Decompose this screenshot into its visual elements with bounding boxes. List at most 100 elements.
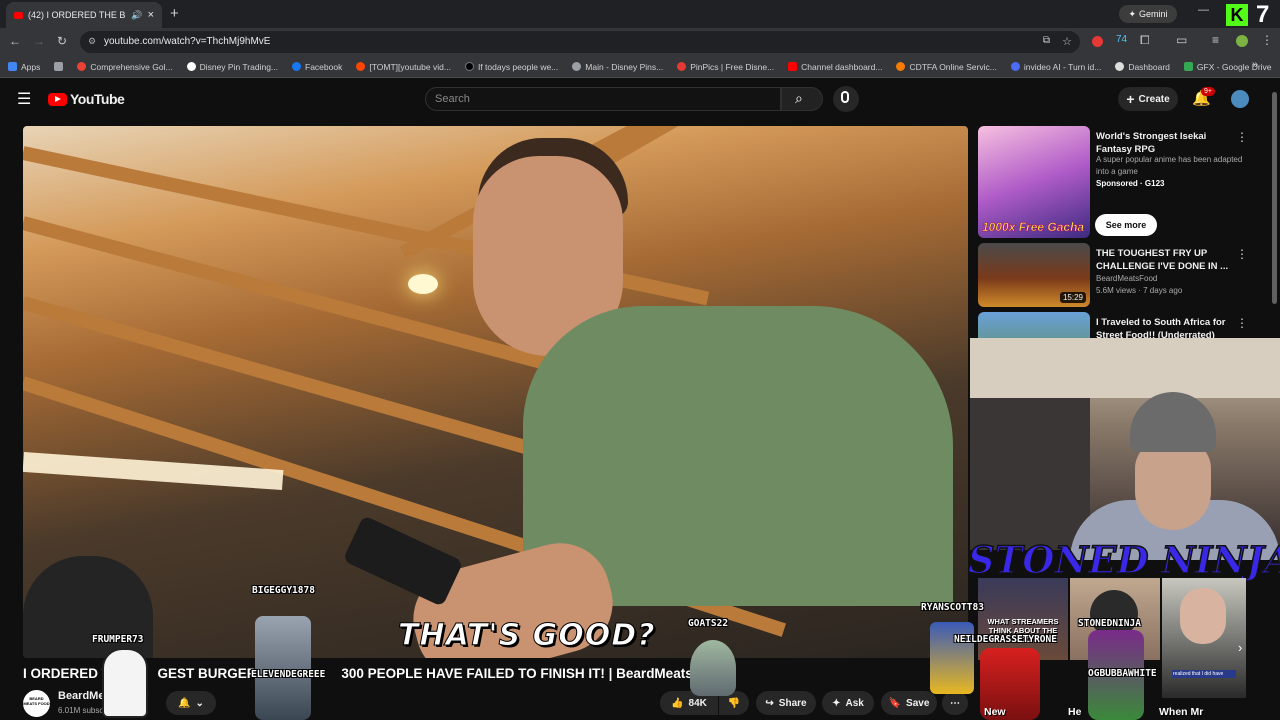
bottom-caption: New bbox=[984, 706, 1006, 718]
youtube-header: ☰ YouTube Search ⌕ + Create 🔔 9+ bbox=[0, 78, 1280, 122]
thumbs-up-icon: 👍 bbox=[671, 697, 684, 709]
reading-list-icon[interactable]: ≡ bbox=[1212, 33, 1219, 47]
bookmark-favicon-icon bbox=[896, 62, 906, 71]
bookmark-item[interactable]: Dashboard bbox=[1115, 62, 1170, 72]
browser-tab[interactable]: (42) I ORDERED THE BIGGE 🔊 × bbox=[6, 2, 162, 28]
youtube-favicon-icon bbox=[788, 62, 798, 71]
bookmark-item[interactable]: If todays people we... bbox=[464, 62, 558, 72]
extension-translate-icon[interactable]: 74 bbox=[1116, 34, 1127, 45]
bookmark-star-icon[interactable]: ☆ bbox=[1062, 35, 1072, 48]
share-button[interactable]: ↪ Share bbox=[756, 691, 816, 715]
forward-icon[interactable]: → bbox=[33, 34, 45, 48]
page-scrollbar[interactable] bbox=[1272, 92, 1277, 304]
duration-badge: 15:29 bbox=[1059, 292, 1086, 303]
recommendation-channel[interactable]: BeardMeatsFood bbox=[1096, 273, 1246, 285]
ufo-sprite bbox=[690, 640, 736, 696]
more-bookmarks-icon[interactable]: » bbox=[1252, 59, 1258, 71]
bookmark-label: Apps bbox=[21, 61, 41, 72]
speaker-icon[interactable]: 🔊 bbox=[131, 10, 142, 21]
browser-menu-icon[interactable]: ⋮ bbox=[1261, 33, 1273, 47]
create-button[interactable]: + Create bbox=[1118, 87, 1178, 111]
robot-sprite bbox=[255, 616, 311, 720]
notifications-button[interactable]: 🔔 9+ bbox=[1192, 87, 1215, 108]
tab-close-icon[interactable]: × bbox=[148, 9, 154, 21]
search-button[interactable]: ⌕ bbox=[781, 87, 823, 111]
bookmark-item[interactable]: Comprehensive Gol... bbox=[77, 62, 173, 72]
address-bar[interactable]: ⚙ youtube.com/watch?v=ThchMj9hMvE ☆ ⧉ bbox=[80, 31, 1080, 53]
voice-search-button[interactable] bbox=[833, 86, 859, 112]
extension-red-icon[interactable] bbox=[1092, 36, 1103, 47]
stream-name-banner: STONED NINJA bbox=[967, 537, 1280, 583]
see-more-button[interactable]: See more bbox=[1095, 214, 1157, 236]
reload-icon[interactable]: ↻ bbox=[57, 34, 67, 48]
ad-thumbnail[interactable]: 1000x Free Gacha bbox=[978, 126, 1090, 238]
bookmark-item[interactable]: GFX - Google Drive bbox=[1183, 62, 1272, 72]
ask-label: Ask bbox=[845, 697, 864, 709]
recommendation-title[interactable]: World's Strongest Isekai Fantasy RPG bbox=[1096, 130, 1241, 156]
viewer-username: NEILDEGRASSETYRONE bbox=[954, 634, 1057, 645]
site-info-icon[interactable]: ⚙ bbox=[88, 36, 96, 47]
viewer-username: RYANSCOTT83 bbox=[921, 602, 984, 613]
facebook-icon bbox=[292, 62, 302, 71]
bookmark-item[interactable]: CDTFA Online Servic... bbox=[896, 61, 997, 72]
bookmark-item[interactable]: invideo AI - Turn id... bbox=[1010, 62, 1101, 72]
ask-button[interactable]: ✦ Ask bbox=[822, 691, 874, 715]
suited-figure bbox=[1180, 588, 1226, 644]
viewer-username: OGBUBBAWHITE bbox=[1088, 668, 1157, 679]
ceiling-beam bbox=[579, 126, 968, 180]
bookmark-label: CDTFA Online Servic... bbox=[909, 61, 997, 72]
bookmark-item[interactable] bbox=[54, 62, 64, 71]
chevron-right-icon[interactable]: › bbox=[1238, 640, 1242, 655]
channel-avatar[interactable]: BEARD MEATS FOOD bbox=[23, 690, 50, 717]
account-avatar[interactable] bbox=[1231, 90, 1249, 108]
bookmark-label: [TOMT][youtube vid... bbox=[369, 61, 451, 72]
recommendation-item[interactable]: 15:29 THE TOUGHEST FRY UP CHALLENGE I'VE… bbox=[978, 243, 1268, 307]
video-title-part: 300 PEOPLE HAVE FAILED TO FINISH IT! | B… bbox=[341, 666, 718, 681]
video-subtitle: THAT'S GOOD? bbox=[398, 618, 656, 654]
bookmark-item[interactable]: Channel dashboard... bbox=[788, 62, 882, 72]
save-button[interactable]: 🔖 Save bbox=[881, 691, 937, 715]
search-icon: ⌕ bbox=[795, 90, 803, 106]
gemini-button[interactable]: ✦ Gemini bbox=[1119, 5, 1177, 23]
sidepanel-icon[interactable]: ▭ bbox=[1176, 33, 1187, 47]
recommendation-title[interactable]: I Traveled to South Africa for Street Fo… bbox=[1096, 316, 1241, 338]
video-thumbnail[interactable] bbox=[978, 312, 1090, 338]
bookmark-item[interactable]: [TOMT][youtube vid... bbox=[356, 62, 451, 72]
video-player[interactable]: THAT'S GOOD? bbox=[23, 126, 968, 658]
extensions-puzzle-icon[interactable]: ⧠ bbox=[1140, 33, 1150, 48]
kebab-menu-icon[interactable]: ⋮ bbox=[1236, 130, 1248, 144]
bookmark-favicon-icon bbox=[677, 62, 687, 71]
bookmark-item[interactable]: Disney Pin Trading... bbox=[186, 62, 278, 72]
youtube-logo[interactable]: YouTube bbox=[48, 91, 125, 107]
bookmark-item[interactable]: Main - Disney Pins... bbox=[572, 62, 663, 72]
white-ghost-sprite bbox=[102, 648, 148, 718]
bookmark-label: Dashboard bbox=[1128, 61, 1170, 72]
bookmark-item[interactable]: Facebook bbox=[292, 62, 342, 72]
youtube-logo-text: YouTube bbox=[70, 91, 125, 107]
like-count: 84K bbox=[688, 697, 707, 709]
bookmark-item[interactable]: PinPics | Free Disne... bbox=[677, 62, 774, 72]
recommendation-title[interactable]: THE TOUGHEST FRY UP CHALLENGE I'VE DONE … bbox=[1096, 247, 1241, 273]
bookmark-label: PinPics | Free Disne... bbox=[690, 61, 775, 72]
recommendation-ad[interactable]: 1000x Free Gacha World's Strongest Iseka… bbox=[978, 126, 1268, 238]
new-tab-icon[interactable]: + bbox=[170, 5, 179, 22]
install-app-icon[interactable]: ⧉ bbox=[1043, 35, 1050, 46]
profile-icon[interactable] bbox=[1236, 35, 1248, 47]
video-thumbnail[interactable]: 15:29 bbox=[978, 243, 1090, 307]
back-icon[interactable]: ← bbox=[9, 34, 21, 48]
search-input[interactable]: Search bbox=[425, 87, 781, 111]
kebab-menu-icon[interactable]: ⋮ bbox=[1236, 247, 1248, 261]
youtube-play-icon bbox=[48, 92, 67, 106]
bookmark-item[interactable]: Apps bbox=[8, 62, 40, 72]
hamburger-menu-icon[interactable]: ☰ bbox=[17, 89, 31, 109]
thumbs-down-icon: 👎 bbox=[727, 697, 741, 709]
bottom-caption: When Mr bbox=[1159, 706, 1204, 718]
minimize-icon[interactable]: — bbox=[1198, 4, 1209, 16]
more-actions-button[interactable]: ⋯ bbox=[942, 691, 968, 715]
share-label: Share bbox=[778, 697, 807, 709]
kebab-menu-icon[interactable]: ⋮ bbox=[1236, 316, 1248, 330]
recommendation-item[interactable]: I Traveled to South Africa for Street Fo… bbox=[978, 312, 1268, 338]
ad-description: A super popular anime has been adapted i… bbox=[1096, 155, 1243, 176]
notification-bell-button[interactable]: 🔔 ⌄ bbox=[166, 691, 216, 715]
browser-tab-bar: (42) I ORDERED THE BIGGE 🔊 × + ✦Gemini —… bbox=[0, 0, 1280, 28]
